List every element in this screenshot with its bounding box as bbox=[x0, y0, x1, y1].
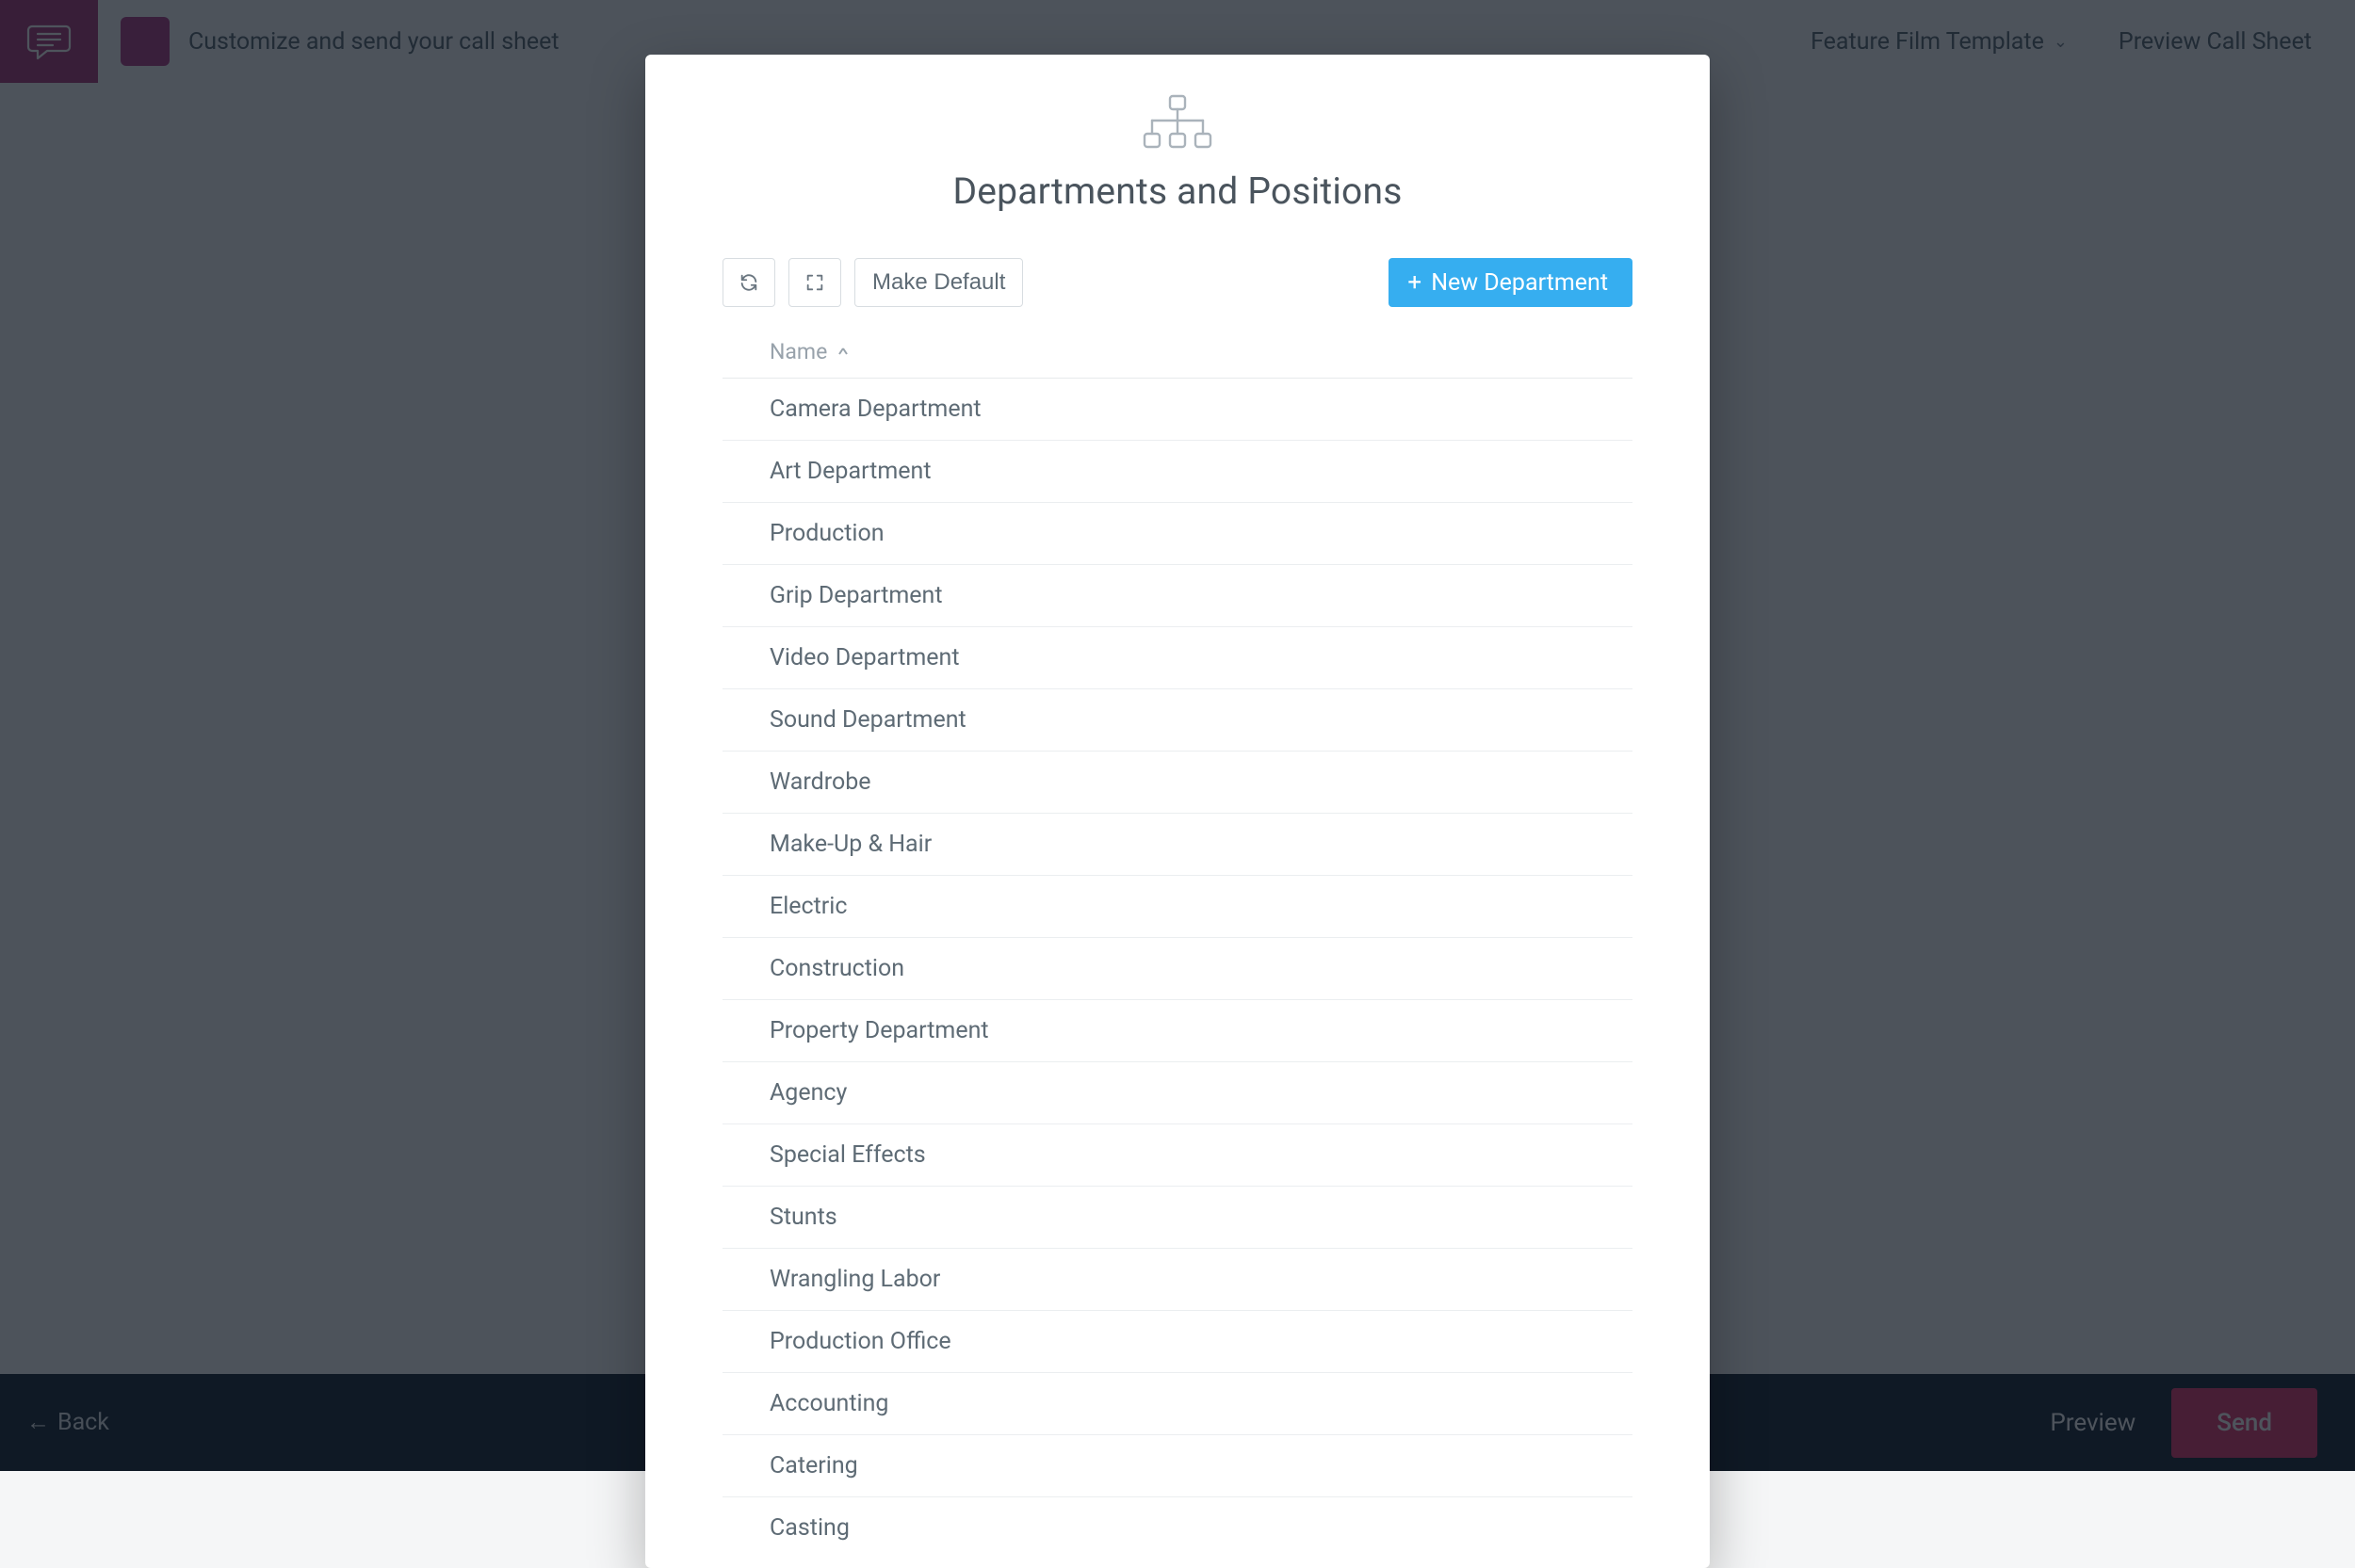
refresh-icon bbox=[739, 272, 759, 293]
table-row[interactable]: Production Office bbox=[723, 1311, 1632, 1373]
department-name: Camera Department bbox=[770, 396, 982, 423]
table-row[interactable]: Wrangling Labor bbox=[723, 1249, 1632, 1311]
expand-icon bbox=[804, 272, 825, 293]
department-name: Production bbox=[770, 520, 885, 547]
department-name: Electric bbox=[770, 893, 847, 920]
table-header[interactable]: Name bbox=[723, 328, 1632, 379]
department-name: Wardrobe bbox=[770, 768, 871, 796]
department-name: Agency bbox=[770, 1079, 847, 1107]
table-row[interactable]: Art Department bbox=[723, 441, 1632, 503]
modal-toolbar: Make Default + New Department bbox=[723, 258, 1632, 307]
sort-asc-icon bbox=[836, 346, 850, 359]
department-name: Art Department bbox=[770, 458, 932, 485]
department-name: Production Office bbox=[770, 1328, 951, 1355]
table-row[interactable]: Special Effects bbox=[723, 1124, 1632, 1187]
department-name: Property Department bbox=[770, 1017, 989, 1044]
table-row[interactable]: Accounting bbox=[723, 1373, 1632, 1435]
column-name-header: Name bbox=[770, 339, 827, 364]
table-row[interactable]: Camera Department bbox=[723, 379, 1632, 441]
department-name: Casting bbox=[770, 1514, 850, 1542]
department-name: Wrangling Labor bbox=[770, 1266, 940, 1293]
modal-title: Departments and Positions bbox=[723, 170, 1632, 213]
table-row[interactable]: Casting bbox=[723, 1497, 1632, 1559]
new-department-button[interactable]: + New Department bbox=[1389, 258, 1632, 307]
table-row[interactable]: Property Department bbox=[723, 1000, 1632, 1062]
table-row[interactable]: Catering bbox=[723, 1435, 1632, 1497]
department-name: Sound Department bbox=[770, 706, 966, 734]
department-name: Grip Department bbox=[770, 582, 943, 609]
department-name: Catering bbox=[770, 1452, 858, 1479]
department-name: Video Department bbox=[770, 644, 960, 671]
table-row[interactable]: Wardrobe bbox=[723, 752, 1632, 814]
table-row[interactable]: Sound Department bbox=[723, 689, 1632, 752]
table-row[interactable]: Construction bbox=[723, 938, 1632, 1000]
hierarchy-icon bbox=[723, 92, 1632, 156]
new-department-label: New Department bbox=[1431, 269, 1608, 297]
department-name: Special Effects bbox=[770, 1141, 926, 1169]
table-row[interactable]: Make-Up & Hair bbox=[723, 814, 1632, 876]
department-name: Accounting bbox=[770, 1390, 888, 1417]
refresh-button[interactable] bbox=[723, 258, 775, 307]
table-row[interactable]: Grip Department bbox=[723, 565, 1632, 627]
table-row[interactable]: Stunts bbox=[723, 1187, 1632, 1249]
plus-icon: + bbox=[1407, 270, 1421, 295]
expand-button[interactable] bbox=[788, 258, 841, 307]
departments-modal: Departments and Positions Make Default bbox=[645, 55, 1710, 1568]
department-name: Construction bbox=[770, 955, 904, 982]
make-default-button[interactable]: Make Default bbox=[854, 258, 1023, 307]
department-name: Stunts bbox=[770, 1204, 837, 1231]
department-name: Make-Up & Hair bbox=[770, 831, 932, 858]
table-row[interactable]: Electric bbox=[723, 876, 1632, 938]
departments-table: Name Camera Department Art Department Prod… bbox=[723, 328, 1632, 1559]
table-row[interactable]: Production bbox=[723, 503, 1632, 565]
table-row[interactable]: Video Department bbox=[723, 627, 1632, 689]
table-row[interactable]: Agency bbox=[723, 1062, 1632, 1124]
